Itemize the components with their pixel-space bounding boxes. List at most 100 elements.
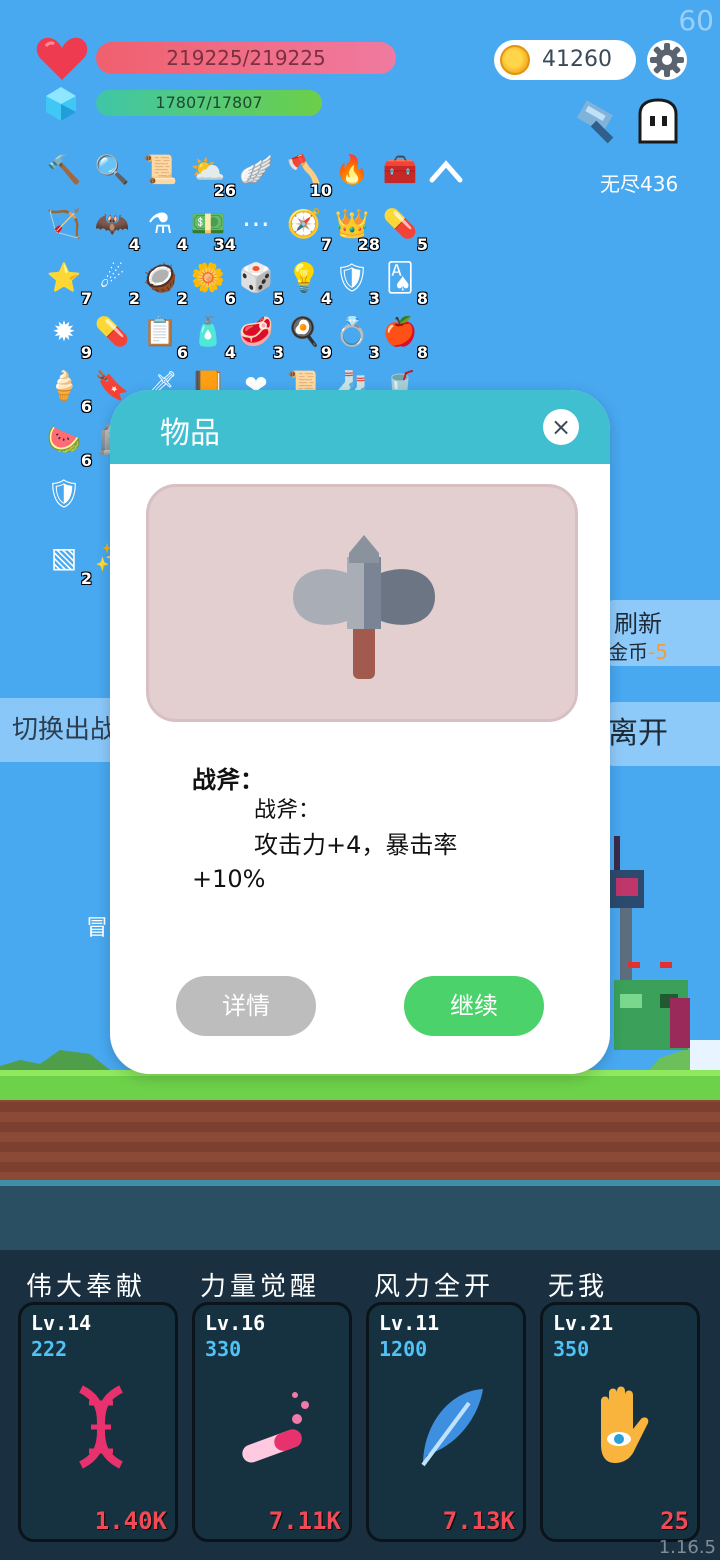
battle-axe-icon: [293, 535, 435, 679]
meteor-icon[interactable]: ☄ 2: [92, 258, 140, 308]
item-count: 2: [80, 569, 92, 588]
desc-tail: +10%: [192, 865, 266, 893]
leave-button[interactable]: 离开: [604, 702, 720, 766]
flower-icon[interactable]: 🌼 6: [188, 258, 236, 308]
double-axe-icon[interactable]: 🪓 10: [284, 150, 332, 200]
capsule-icon[interactable]: 💊 5: [380, 204, 428, 254]
skill-card-4[interactable]: Lv.21 350 25: [540, 1302, 700, 1542]
modal-header: 物品 ×: [110, 390, 610, 464]
hp-bar: 219225/219225: [96, 42, 396, 74]
potion-flask-icon[interactable]: ⚗ 4: [140, 204, 188, 254]
skill-title-4: 无我: [548, 1272, 609, 1302]
item-count: 3: [368, 343, 380, 362]
close-button[interactable]: ×: [543, 409, 579, 445]
item-count: 7: [80, 289, 92, 308]
item-count: 6: [176, 343, 188, 362]
switch-fighter-button[interactable]: 切换出战: [0, 698, 120, 762]
detail-button[interactable]: 详情: [176, 976, 316, 1036]
skill-card-1[interactable]: Lv.14 222 1.40K: [18, 1302, 178, 1542]
dice-icon[interactable]: 🎲 5: [236, 258, 284, 308]
hand-eye-icon: [601, 1386, 649, 1463]
item-count: 5: [416, 235, 428, 254]
meat-icon[interactable]: 🥩 3: [236, 312, 284, 362]
fps-counter: 60: [678, 4, 714, 37]
item-count: 7: [320, 235, 332, 254]
item-name: 战斧：: [192, 766, 264, 794]
skill-title-2: 力量觉醒: [200, 1272, 321, 1302]
collapse-caret-icon[interactable]: [428, 156, 464, 186]
bow-icon[interactable]: 🏹: [44, 204, 84, 244]
mace-icon[interactable]: 🔨: [44, 150, 84, 190]
item-count: 2: [176, 289, 188, 308]
skill-level: Lv.16: [205, 1311, 266, 1335]
striped-card-icon[interactable]: ▧ 2: [44, 538, 92, 588]
bottle-icon[interactable]: 🧴 4: [188, 312, 236, 362]
skill-card-2[interactable]: Lv.16 330 7.11K: [192, 1302, 352, 1542]
item-count: 4: [320, 289, 332, 308]
item-count: 8: [416, 289, 428, 308]
mana-bar: 17807/17807: [96, 90, 322, 116]
magnifier-icon[interactable]: 🔍: [92, 150, 132, 190]
skill-level: Lv.11: [379, 1311, 440, 1335]
hero-label: 冒: [86, 916, 109, 941]
skill-value: 330: [205, 1337, 242, 1361]
chest-icon[interactable]: 🧰: [380, 150, 420, 190]
bat-icon[interactable]: 🦇 4: [92, 204, 140, 254]
sun-cloud-icon[interactable]: ⛅ 26: [188, 150, 236, 200]
mana-gem-icon: [46, 87, 76, 121]
item-count: 10: [309, 181, 332, 200]
item-count: 4: [176, 235, 188, 254]
shield-icon[interactable]: 🛡: [44, 474, 84, 514]
dots-chain-icon[interactable]: ⋯: [236, 204, 276, 244]
ice-cream-icon[interactable]: 🍦 6: [44, 366, 92, 416]
ring-icon[interactable]: 💍 3: [332, 312, 380, 362]
continue-button[interactable]: 继续: [404, 976, 544, 1036]
feather-icon: [421, 1389, 483, 1467]
item-count: 8: [416, 343, 428, 362]
apple-icon[interactable]: 🍎 8: [380, 312, 428, 362]
coconut-icon[interactable]: 🥥 2: [140, 258, 188, 308]
refresh-button[interactable]: 刷新 金币-5: [604, 600, 720, 666]
blue-axe-icon[interactable]: [574, 96, 630, 146]
coin-icon: [500, 45, 530, 75]
desc-line: 攻击力+4，暴击率: [254, 831, 458, 859]
wing-icon[interactable]: 🪽: [236, 150, 276, 190]
item-modal: 物品 × 战斧： 战斧： 攻击力+4，暴击率 +10% 详情 继续: [110, 390, 610, 1074]
refresh-cost-value: -5: [648, 640, 668, 664]
ground-dirt: [0, 1100, 720, 1182]
ghost-icon[interactable]: [634, 98, 682, 148]
enemy-sprite: [610, 836, 690, 1050]
crown-icon[interactable]: 👑 28: [332, 204, 380, 254]
skill-title-3: 风力全开: [374, 1272, 495, 1302]
money-heart-icon[interactable]: 💵 34: [188, 204, 236, 254]
shield-round-icon[interactable]: 🛡 3: [332, 258, 380, 308]
item-count: 3: [272, 343, 284, 362]
compass-icon[interactable]: 🧭 7: [284, 204, 332, 254]
skill-cost: 7.11K: [268, 1507, 341, 1535]
checklist-icon[interactable]: 📋 6: [140, 312, 188, 362]
pill-icon[interactable]: 💊: [92, 312, 132, 352]
spiked-ball-icon[interactable]: ✹ 9: [44, 312, 92, 362]
refresh-cost: 金币-5: [608, 636, 668, 665]
version-label: 1.16.5: [658, 1537, 716, 1558]
torch-icon[interactable]: 🔥: [332, 150, 372, 190]
bulb-icon[interactable]: 💡 4: [284, 258, 332, 308]
refresh-cost-label: 金币: [608, 640, 648, 664]
scroll-icon[interactable]: 📜: [140, 150, 180, 190]
egg-icon[interactable]: 🍳 9: [284, 312, 332, 362]
watermelon-icon[interactable]: 🍉 6: [44, 420, 92, 470]
refresh-label: 刷新: [614, 610, 662, 638]
item-count: 26: [213, 181, 236, 200]
item-count: 28: [357, 235, 380, 254]
item-count: 34: [213, 235, 236, 254]
item-count: 5: [272, 289, 284, 308]
star-card-icon[interactable]: ⭐ 7: [44, 258, 92, 308]
item-count: 2: [128, 289, 140, 308]
skill-card-3[interactable]: Lv.11 1200 7.13K: [366, 1302, 526, 1542]
gear-icon[interactable]: [646, 39, 688, 81]
skill-value: 1200: [379, 1337, 428, 1361]
modal-title: 物品: [160, 416, 220, 451]
cards-icon[interactable]: 🂡 8: [380, 258, 428, 308]
item-description: 战斧： 攻击力+4，暴击率 +10%: [192, 794, 572, 896]
endless-level-label: 无尽436: [600, 172, 679, 196]
